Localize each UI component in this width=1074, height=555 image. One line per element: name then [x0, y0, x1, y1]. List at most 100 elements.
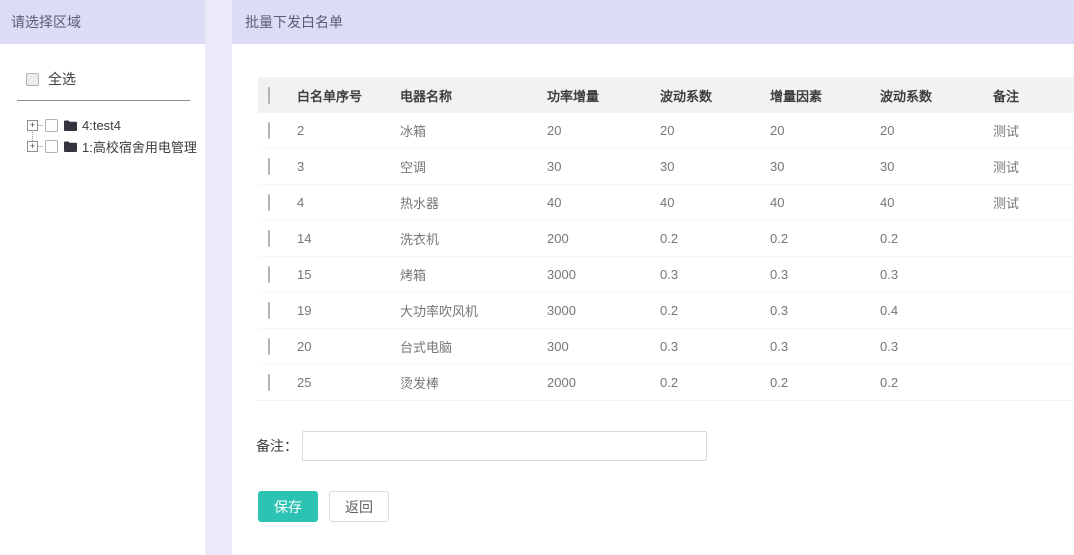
table-cell: 3000 [547, 257, 660, 293]
select-all-label: 全选 [48, 69, 76, 89]
table-cell: 19 [297, 293, 400, 329]
table-cell: 15 [297, 257, 400, 293]
table-cell: 4 [297, 185, 400, 221]
table-cell: 0.2 [770, 365, 880, 401]
row-checkbox[interactable] [268, 338, 270, 355]
table-cell: 0.4 [880, 293, 993, 329]
table-row: 25烫发棒20000.20.20.2 [258, 365, 1074, 401]
row-checkbox[interactable] [268, 302, 270, 319]
table-cell: 30 [880, 149, 993, 185]
table-cell: 3 [297, 149, 400, 185]
main-panel: 批量下发白名单 白名单序号电器名称功率增量波动系数增量因素波动系数备注 2冰箱 2… [232, 0, 1074, 555]
table-row: 20台式电脑3000.30.30.3 [258, 329, 1074, 365]
remark-label: 备注： [256, 436, 298, 456]
row-checkbox[interactable] [268, 158, 270, 175]
tree-node-label[interactable]: 4:test4 [82, 118, 121, 133]
table-cell: 300 [547, 329, 660, 365]
column-header: 备注 [993, 77, 1074, 113]
table-cell: 热水器 [400, 185, 547, 221]
table-cell: 0.3 [770, 257, 880, 293]
table-cell: 3000 [547, 293, 660, 329]
table-cell: 测试 [993, 113, 1074, 149]
table-cell: 30 [660, 149, 770, 185]
table-cell: 冰箱 [400, 113, 547, 149]
column-header: 波动系数 [660, 77, 770, 113]
table-cell: 大功率吹风机 [400, 293, 547, 329]
select-all-row: 全选 [26, 69, 205, 89]
sidebar-divider [17, 100, 190, 101]
table-cell: 0.3 [770, 329, 880, 365]
column-header: 增量因素 [770, 77, 880, 113]
table-cell: 30 [770, 149, 880, 185]
tree-expand-icon[interactable]: + [27, 141, 38, 152]
table-cell: 0.2 [660, 221, 770, 257]
table-cell: 0.2 [880, 221, 993, 257]
table-cell: 20 [770, 113, 880, 149]
table-cell [993, 221, 1074, 257]
tree-node-label[interactable]: 1:高校宿舍用电管理 [82, 137, 197, 156]
table-cell [993, 257, 1074, 293]
table-cell: 0.3 [880, 329, 993, 365]
table-cell: 台式电脑 [400, 329, 547, 365]
table-header-row: 白名单序号电器名称功率增量波动系数增量因素波动系数备注 [258, 77, 1074, 113]
table-cell: 0.3 [770, 293, 880, 329]
region-tree: +4:test4+1:高校宿舍用电管理 [27, 115, 205, 157]
table-cell: 40 [770, 185, 880, 221]
remark-input[interactable] [302, 431, 707, 461]
table-cell: 洗衣机 [400, 221, 547, 257]
column-header: 电器名称 [400, 77, 547, 113]
table-cell: 25 [297, 365, 400, 401]
whitelist-table: 白名单序号电器名称功率增量波动系数增量因素波动系数备注 2冰箱20202020测… [258, 77, 1074, 401]
table-cell: 40 [547, 185, 660, 221]
region-sidebar: 请选择区域 全选 +4:test4+1:高校宿舍用电管理 [0, 0, 205, 555]
folder-icon [64, 120, 77, 131]
table-cell: 0.3 [660, 257, 770, 293]
table-cell: 测试 [993, 149, 1074, 185]
table-cell: 测试 [993, 185, 1074, 221]
page-title: 批量下发白名单 [232, 0, 1074, 44]
table-cell: 0.2 [770, 221, 880, 257]
table-cell: 0.2 [880, 365, 993, 401]
row-checkbox[interactable] [268, 266, 270, 283]
tree-node-checkbox[interactable] [45, 140, 58, 153]
table-cell: 空调 [400, 149, 547, 185]
tree-node-checkbox[interactable] [45, 119, 58, 132]
tree-connector-stub [38, 125, 43, 126]
table-cell: 2 [297, 113, 400, 149]
tree-expand-icon[interactable]: + [27, 120, 38, 131]
folder-icon [64, 141, 77, 152]
table-cell: 40 [660, 185, 770, 221]
row-checkbox[interactable] [268, 230, 270, 247]
table-cell: 烫发棒 [400, 365, 547, 401]
table-row: 15烤箱30000.30.30.3 [258, 257, 1074, 293]
table-cell: 40 [880, 185, 993, 221]
table-row: 4热水器40404040测试 [258, 185, 1074, 221]
table-cell: 0.3 [660, 329, 770, 365]
table-cell: 烤箱 [400, 257, 547, 293]
table-cell: 2000 [547, 365, 660, 401]
column-header: 波动系数 [880, 77, 993, 113]
save-button[interactable]: 保存 [258, 491, 318, 522]
row-checkbox[interactable] [268, 374, 270, 391]
sidebar-title: 请选择区域 [0, 0, 205, 44]
back-button[interactable]: 返回 [329, 491, 389, 522]
select-all-checkbox[interactable] [26, 73, 39, 86]
table-cell: 0.3 [880, 257, 993, 293]
table-cell: 30 [547, 149, 660, 185]
table-row: 3空调30303030测试 [258, 149, 1074, 185]
table-row: 14洗衣机2000.20.20.2 [258, 221, 1074, 257]
table-cell: 0.2 [660, 293, 770, 329]
tree-node: +4:test4 [27, 115, 205, 136]
select-all-rows-checkbox[interactable] [268, 87, 270, 104]
table-cell: 200 [547, 221, 660, 257]
tree-connector-stub [38, 146, 43, 147]
tree-node: +1:高校宿舍用电管理 [27, 136, 205, 157]
table-cell: 20 [880, 113, 993, 149]
row-checkbox[interactable] [268, 122, 270, 139]
table-row: 19大功率吹风机30000.20.30.4 [258, 293, 1074, 329]
row-checkbox[interactable] [268, 194, 270, 211]
button-row: 保存 返回 [258, 491, 1074, 522]
table-cell [993, 365, 1074, 401]
table-cell: 20 [660, 113, 770, 149]
column-header: 功率增量 [547, 77, 660, 113]
